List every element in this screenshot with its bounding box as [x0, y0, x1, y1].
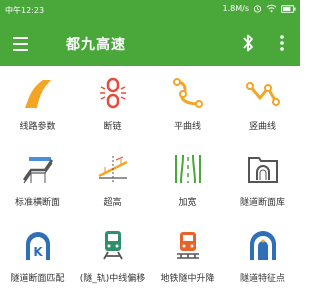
menu-item-tunnel-section-match[interactable]: K 隧道断面匹配	[0, 218, 75, 293]
menu-item-label: 地铁隧中升降	[160, 274, 215, 284]
menu-item-widening[interactable]: 加宽	[150, 142, 225, 217]
menu-item-metro-lift[interactable]: 地铁隧中升降	[150, 218, 225, 293]
route-road-icon	[25, 80, 51, 108]
menu-item-label: 隧道断面匹配	[10, 274, 65, 284]
metro-offset-icon	[103, 231, 123, 260]
alarm-icon	[253, 5, 262, 13]
menu-item-broken-chain[interactable]: 断链	[75, 66, 150, 141]
status-icons: 1.8M/s	[223, 4, 297, 13]
hamburger-menu-icon[interactable]	[10, 32, 32, 54]
status-time: 中午12:23	[5, 6, 45, 15]
menu-item-label: 竖曲线	[248, 122, 276, 132]
metro-lift-icon	[177, 232, 199, 259]
menu-item-standard-cross-section[interactable]: 标准横断面	[0, 142, 75, 217]
menu-item-metro-centerline-offset[interactable]: (隧_轨)中线偏移	[75, 218, 150, 293]
menu-item-label: 断链	[103, 122, 122, 132]
tunnel-match-icon: K	[26, 232, 50, 260]
vertical-curve-icon	[246, 82, 280, 106]
more-options-icon[interactable]	[274, 32, 290, 54]
wifi-icon	[266, 4, 277, 13]
menu-item-label: 隧道特征点	[239, 274, 285, 284]
svg-text:K: K	[33, 245, 43, 259]
menu-item-horizontal-curve[interactable]: 平曲线	[150, 66, 225, 141]
bluetooth-icon[interactable]	[238, 32, 258, 54]
menu-item-tunnel-feature-points[interactable]: 隧道特征点	[225, 218, 300, 293]
broken-chain-icon	[100, 77, 126, 109]
menu-item-label: 线路参数	[19, 122, 56, 132]
page-title: 都九高速	[66, 37, 126, 53]
menu-item-label: 加宽	[178, 198, 197, 208]
widening-icon	[175, 154, 201, 184]
horizontal-curve-icon	[173, 78, 203, 108]
network-speed: 1.8M/s	[222, 4, 250, 13]
cross-section-icon	[22, 157, 54, 184]
menu-item-label: (隧_轨)中线偏移	[79, 274, 146, 284]
menu-item-label: 超高	[103, 198, 122, 208]
tunnel-feature-point-icon	[250, 231, 276, 260]
menu-item-tunnel-section-library[interactable]: 隧道断面库	[225, 142, 300, 217]
menu-item-route-params[interactable]: 线路参数	[0, 66, 75, 141]
menu-item-label: 标准横断面	[14, 198, 60, 208]
battery-icon	[281, 4, 296, 13]
app-bar: 都九高速	[0, 20, 300, 66]
menu-item-label: 隧道断面库	[239, 198, 285, 208]
superelevation-icon	[98, 156, 128, 182]
menu-item-label: 平曲线	[173, 122, 201, 132]
menu-item-vertical-curve[interactable]: 竖曲线	[225, 66, 300, 141]
status-bar: 中午12:23 1.8M/s	[0, 0, 300, 20]
menu-item-superelevation[interactable]: 超高	[75, 142, 150, 217]
tunnel-library-icon	[248, 157, 278, 183]
